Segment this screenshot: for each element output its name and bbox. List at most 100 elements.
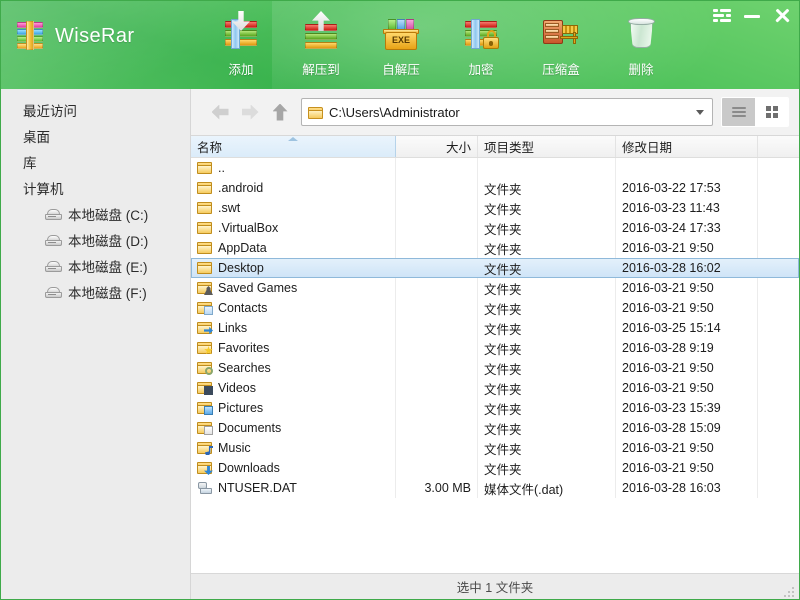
column-header-label: 项目类型: [484, 141, 535, 155]
sidebar-item-drive-c[interactable]: 本地磁盘 (C:): [1, 201, 190, 227]
toolbar-button-compress-box[interactable]: 压缩盒: [521, 7, 601, 83]
sidebar-item-desktop[interactable]: 桌面: [1, 123, 190, 149]
cell-extra: [758, 198, 799, 218]
sidebar-item-computer[interactable]: 计算机: [1, 175, 190, 201]
table-row[interactable]: Music 文件夹 2016-03-21 9:50: [191, 438, 799, 458]
table-row[interactable]: .VirtualBox 文件夹 2016-03-24 17:33: [191, 218, 799, 238]
up-button[interactable]: [265, 97, 295, 127]
sidebar-item-libraries[interactable]: 库: [1, 149, 190, 175]
list-view-button[interactable]: [722, 98, 755, 126]
add-to-archive-icon: [218, 11, 264, 55]
table-row[interactable]: NTUSER.DAT 3.00 MB 媒体文件(.dat) 2016-03-28 16…: [191, 478, 799, 498]
file-name: Documents: [218, 421, 282, 435]
drive-icon: [45, 234, 62, 247]
cell-name: Videos: [191, 378, 396, 398]
file-name: Favorites: [218, 341, 270, 355]
cell-name: Favorites: [191, 338, 396, 358]
cell-name: .VirtualBox: [191, 218, 396, 238]
path-value: C:\Users\Administrator: [329, 104, 460, 120]
cell-name: Links: [191, 318, 396, 338]
column-header-name[interactable]: 名称: [191, 136, 396, 157]
sidebar-item-drive-d[interactable]: 本地磁盘 (D:): [1, 227, 190, 253]
cell-type: 文件夹: [478, 438, 616, 458]
table-row[interactable]: Documents 文件夹 2016-03-28 15:09: [191, 418, 799, 438]
toolbar-button-encrypt[interactable]: 加密: [441, 7, 521, 83]
forward-button[interactable]: [235, 97, 265, 127]
cell-date: 2016-03-28 16:03: [616, 478, 758, 498]
back-button[interactable]: [205, 97, 235, 127]
cell-date: 2016-03-28 16:02: [622, 261, 721, 275]
file-name: Pictures: [218, 401, 264, 415]
up-arrow-icon: [272, 103, 288, 121]
sidebar-item-recent[interactable]: 最近访问: [1, 97, 190, 123]
cell-type: 文件夹: [478, 338, 616, 358]
table-row[interactable]: Videos 文件夹 2016-03-21 9:50: [191, 378, 799, 398]
back-arrow-icon: [211, 104, 229, 120]
cell-name: Saved Games: [191, 278, 396, 298]
close-button[interactable]: [773, 7, 791, 25]
file-name: NTUSER.DAT: [218, 481, 297, 495]
path-input[interactable]: C:\Users\Administrator: [301, 98, 713, 126]
toolbar: 添加 解压到 EXE 自解压 加密 压缩盒 删除: [201, 7, 681, 83]
cell-name: Pictures: [191, 398, 396, 418]
folder-contacts-icon: [197, 301, 213, 315]
cell-type: 媒体文件(.dat): [478, 478, 616, 498]
forward-arrow-icon: [241, 104, 259, 120]
cell-name: Music: [191, 438, 396, 458]
file-name: .VirtualBox: [218, 221, 279, 235]
toolbar-button-add[interactable]: 添加: [201, 7, 281, 83]
cell-type: 文件夹: [478, 418, 616, 438]
folder-documents-icon: [197, 421, 213, 435]
cell-size: [396, 158, 478, 178]
toolbar-button-self-extract[interactable]: EXE 自解压: [361, 7, 441, 83]
folder-searches-icon: [197, 361, 213, 375]
table-row[interactable]: Contacts 文件夹 2016-03-21 9:50: [191, 298, 799, 318]
menu-button[interactable]: [713, 9, 731, 23]
table-row[interactable]: Favorites 文件夹 2016-03-28 9:19: [191, 338, 799, 358]
table-row[interactable]: Pictures 文件夹 2016-03-23 15:39: [191, 398, 799, 418]
cell-size: [396, 378, 478, 398]
column-header-date[interactable]: 修改日期: [616, 136, 758, 157]
sidebar-item-drive-f[interactable]: 本地磁盘 (F:): [1, 279, 190, 305]
table-row[interactable]: Links 文件夹 2016-03-25 15:14: [191, 318, 799, 338]
cell-date: [616, 158, 758, 178]
column-header-extra[interactable]: [758, 136, 799, 157]
column-header-size[interactable]: 大小: [396, 136, 478, 157]
table-row[interactable]: Downloads 文件夹 2016-03-21 9:50: [191, 458, 799, 478]
cell-size: [396, 238, 478, 258]
file-name: ..: [218, 161, 225, 175]
wiserar-window: WiseRar 添加 解压到 EXE 自解压 加密 压缩盒 删除 最近访问 桌面…: [0, 0, 800, 600]
minimize-button[interactable]: [743, 8, 761, 24]
table-row[interactable]: AppData 文件夹 2016-03-21 9:50: [191, 238, 799, 258]
file-name: .android: [218, 181, 264, 195]
cell-name: Searches: [191, 358, 396, 378]
cell-size: [396, 358, 478, 378]
table-row[interactable]: Desktop 文件夹 2016-03-28 16:02: [191, 258, 799, 278]
cell-extra: [758, 398, 799, 418]
table-row[interactable]: ..: [191, 158, 799, 178]
column-header-type[interactable]: 项目类型: [478, 136, 616, 157]
chevron-down-icon[interactable]: [696, 109, 704, 115]
cell-size: [396, 198, 478, 218]
cell-date: 2016-03-21 9:50: [616, 378, 758, 398]
folder-downloads-icon: [197, 461, 213, 475]
resize-grip-icon[interactable]: [784, 585, 796, 597]
file-name: Saved Games: [218, 281, 298, 295]
sidebar-item-drive-e[interactable]: 本地磁盘 (E:): [1, 253, 190, 279]
file-name: Music: [218, 441, 251, 455]
sidebar-item-label: 本地磁盘 (C:): [68, 208, 149, 223]
file-list-body[interactable]: .. .android 文件夹 2016-03-22 17:53 .swt 文件夹 2016…: [191, 158, 799, 573]
file-name: .swt: [218, 201, 241, 215]
toolbar-button-delete[interactable]: 删除: [601, 7, 681, 83]
folder-saved-games-icon: [197, 281, 213, 295]
content-pane: C:\Users\Administrator 名称 大小 项目类型 修改日期 .…: [191, 89, 799, 599]
table-row[interactable]: .android 文件夹 2016-03-22 17:53: [191, 178, 799, 198]
table-row[interactable]: Saved Games 文件夹 2016-03-21 9:50: [191, 278, 799, 298]
drive-icon: [45, 286, 62, 299]
brand: WiseRar: [15, 21, 134, 51]
table-row[interactable]: Searches 文件夹 2016-03-21 9:50: [191, 358, 799, 378]
sidebar-item-label: 本地磁盘 (F:): [68, 286, 147, 301]
table-row[interactable]: .swt 文件夹 2016-03-23 11:43: [191, 198, 799, 218]
tile-view-button[interactable]: [755, 98, 788, 126]
toolbar-button-extract-to[interactable]: 解压到: [281, 7, 361, 83]
